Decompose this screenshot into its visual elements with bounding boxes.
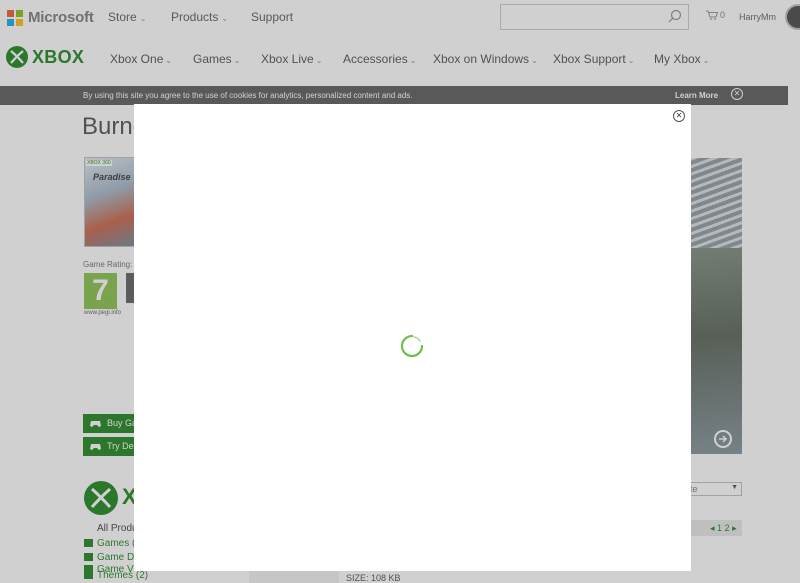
loading-modal: ✕ — [134, 104, 691, 571]
modal-close-icon[interactable]: ✕ — [673, 110, 685, 122]
loading-spinner-icon — [400, 334, 424, 358]
